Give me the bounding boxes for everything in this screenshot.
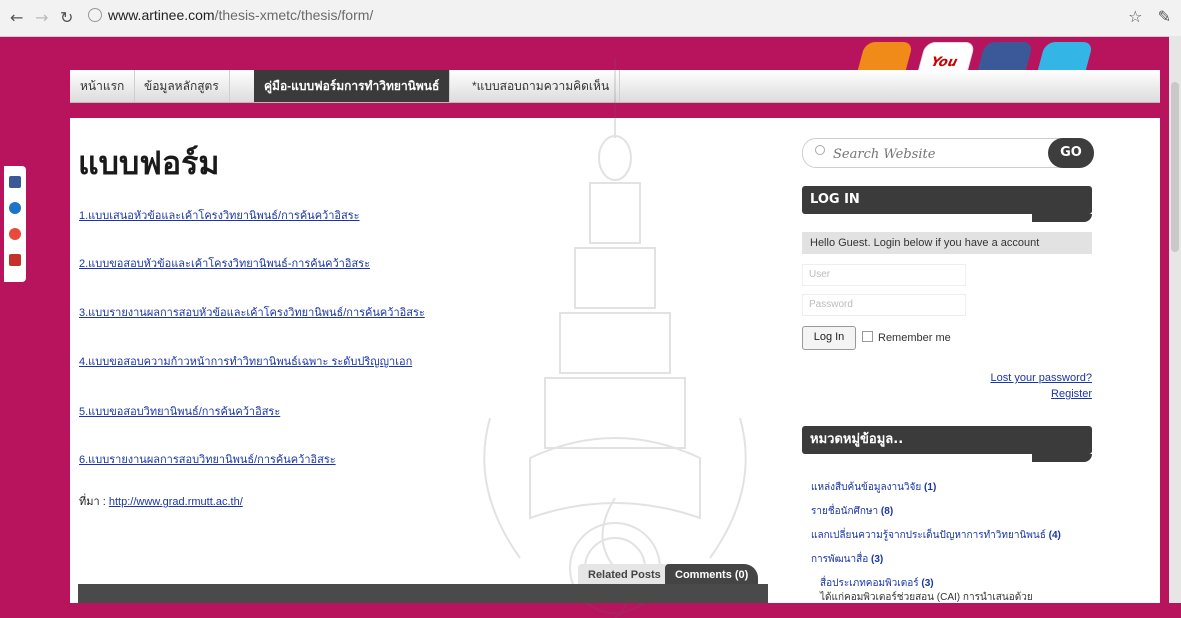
nav-home[interactable]: หน้าแรก: [70, 70, 136, 102]
search-go-button[interactable]: GO: [1048, 138, 1094, 168]
star-icon[interactable]: ☆: [1128, 7, 1142, 26]
login-button[interactable]: Log In: [802, 326, 856, 350]
category-count: (1): [924, 482, 937, 493]
category-name: แหล่งสืบค้นข้อมูลงานวิจัย: [811, 482, 922, 493]
categories-heading: หมวดหมู่ข้อมูล..: [802, 426, 1092, 462]
page-title: แบบฟอร์ม: [78, 144, 220, 182]
guest-greeting: Hello Guest. Login below if you have a a…: [802, 232, 1092, 254]
form-link-4[interactable]: 4.แบบขอสอบความก้าวหน้าการทำวิทยานิพนธ์เฉ…: [79, 352, 412, 370]
remember-me[interactable]: Remember me: [862, 331, 951, 344]
category-item[interactable]: แหล่งสืบค้นข้อมูลงานวิจัย (1): [811, 480, 936, 495]
ie-share-icon[interactable]: [9, 202, 21, 214]
remember-label: Remember me: [878, 332, 951, 344]
reload-icon[interactable]: ↻: [60, 8, 73, 27]
form-link-2[interactable]: 2.แบบขอสอบหัวข้อและเค้าโครงวิทยานิพนธ์-ก…: [79, 254, 370, 272]
source-line: ที่มา : http://www.grad.rmutt.ac.th/: [79, 492, 243, 510]
source-label: ที่มา :: [79, 496, 106, 508]
category-count: (8): [880, 506, 894, 517]
sub-category-name: สื่อประเภทคอมพิวเตอร์: [820, 578, 919, 589]
scroll-thumb[interactable]: [1171, 82, 1179, 252]
globe-icon: [88, 8, 102, 22]
form-link-3[interactable]: 3.แบบรายงานผลการสอบหัวข้อและเค้าโครงวิทย…: [79, 303, 425, 321]
category-item[interactable]: แลกเปลี่ยนความรู้จากประเด็นปัญหาการทำวิท…: [811, 528, 1061, 543]
category-count: (4): [1048, 530, 1061, 541]
category-item[interactable]: รายชื่อนักศึกษา (8): [811, 504, 893, 519]
search-input[interactable]: [831, 144, 1055, 164]
form-link-1[interactable]: 1.แบบเสนอหัวข้อและเค้าโครงวิทยานิพนธ์/กา…: [79, 206, 360, 224]
category-count: (3): [871, 554, 884, 565]
back-icon[interactable]: ←: [10, 8, 23, 27]
register-link[interactable]: Register: [1051, 388, 1092, 400]
category-name: รายชื่อนักศึกษา: [811, 506, 879, 517]
picasa-share-icon[interactable]: [9, 228, 21, 240]
sub-category-item[interactable]: สื่อประเภทคอมพิวเตอร์ (3): [820, 576, 934, 591]
content-panel: แบบฟอร์ม 1.แบบเสนอหัวข้อและเค้าโครงวิทยา…: [70, 58, 1160, 618]
login-heading: LOG IN: [802, 186, 1092, 222]
category-name: แลกเปลี่ยนความรู้จากประเด็นปัญหาการทำวิท…: [811, 530, 1046, 541]
remember-checkbox[interactable]: [862, 331, 873, 342]
address-bar[interactable]: www.artinee.com/thesis-xmetc/thesis/form…: [88, 7, 373, 23]
search-icon: [815, 145, 825, 155]
category-name: การพัฒนาสื่อ: [811, 554, 869, 565]
nav-thesis-forms[interactable]: คู่มือ-แบบฟอร์มการทำวิทยานิพนธ์: [254, 70, 451, 102]
url-domain: www.artinee.com: [108, 7, 215, 23]
left-share-bar: [4, 166, 26, 282]
search-box: GO: [802, 138, 1094, 168]
forward-icon[interactable]: →: [35, 8, 48, 27]
scrollbar[interactable]: [1169, 36, 1181, 603]
username-field[interactable]: User: [802, 264, 966, 286]
source-link[interactable]: http://www.grad.rmutt.ac.th/: [109, 496, 243, 508]
youtube-share-icon[interactable]: [9, 254, 21, 266]
sub-category-count: (3): [921, 578, 934, 589]
university-emblem-watermark: [483, 58, 747, 618]
nav-curriculum[interactable]: ข้อมูลหลักสูตร: [134, 70, 230, 102]
tab-comments[interactable]: Comments (0): [665, 564, 759, 586]
wrench-icon[interactable]: ✎: [1158, 7, 1171, 26]
lost-password-link[interactable]: Lost your password?: [991, 372, 1093, 384]
form-link-6[interactable]: 6.แบบรายงานผลการสอบวิทยานิพนธ์/การค้นคว้…: [79, 450, 336, 468]
form-link-5[interactable]: 5.แบบขอสอบวิทยานิพนธ์/การค้นคว้าอิสระ: [79, 402, 280, 420]
tab-content-bar: [78, 584, 768, 603]
tab-related-posts[interactable]: Related Posts: [578, 564, 671, 586]
password-field[interactable]: Password: [802, 294, 966, 316]
facebook-share-icon[interactable]: [9, 176, 21, 188]
category-item[interactable]: การพัฒนาสื่อ (3): [811, 552, 883, 567]
url-path: /thesis-xmetc/thesis/form/: [214, 7, 374, 23]
